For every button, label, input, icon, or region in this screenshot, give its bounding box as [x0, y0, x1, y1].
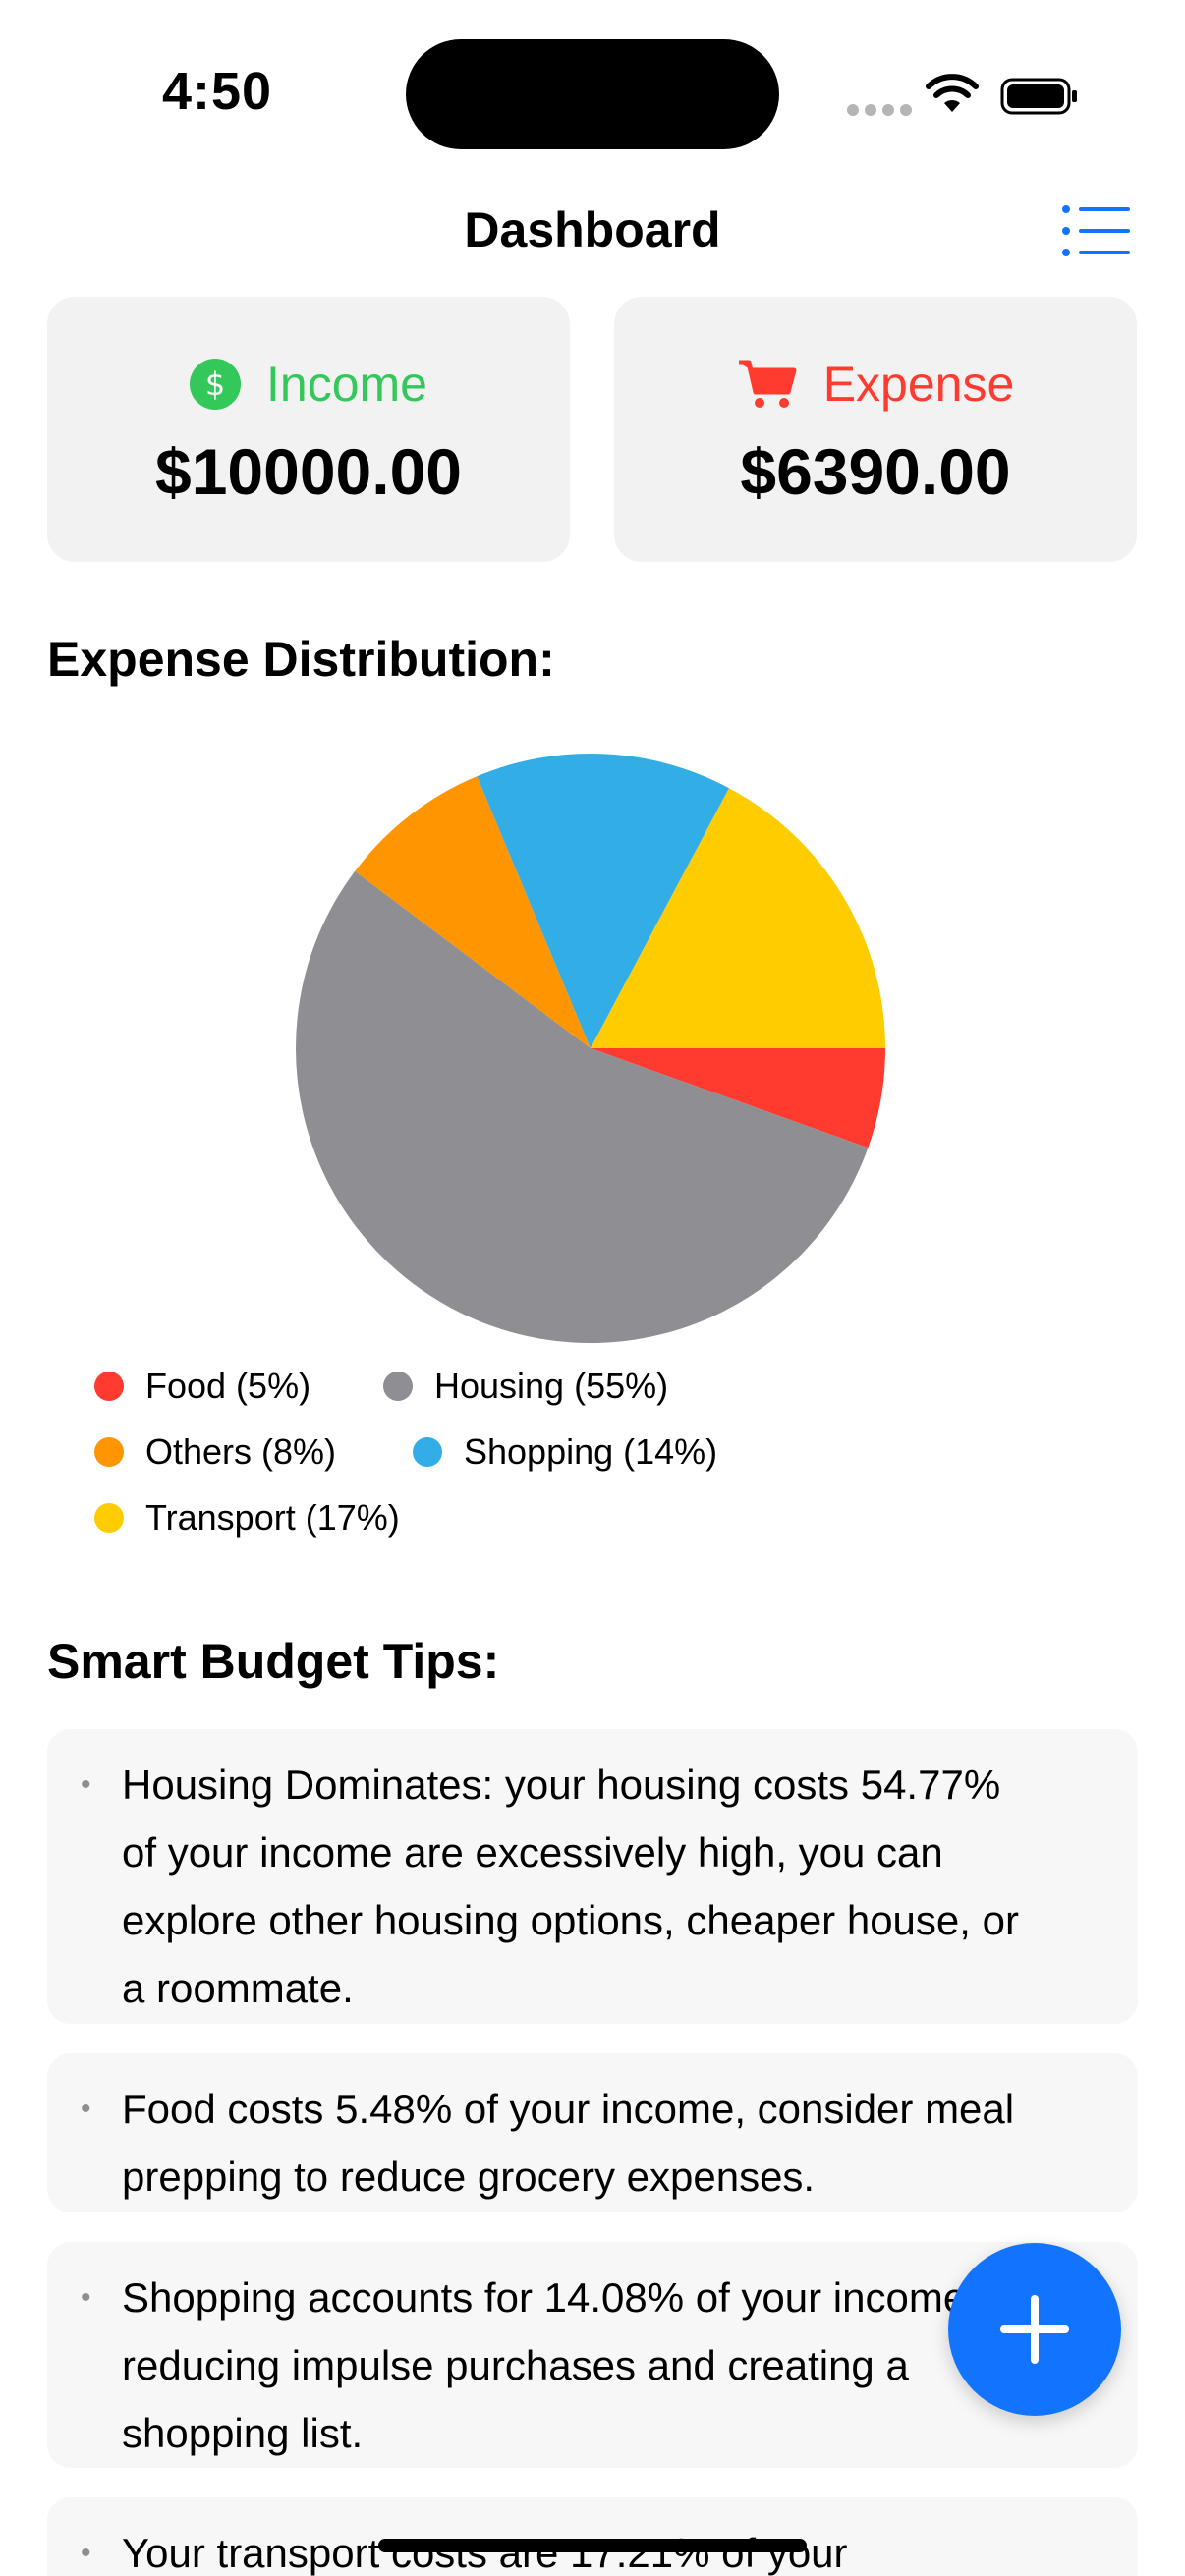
legend-label-food: Food (5%): [145, 1366, 311, 1406]
page-title: Dashboard: [464, 202, 721, 257]
legend-swatch-shopping: [413, 1437, 442, 1467]
list-icon[interactable]: [1061, 204, 1132, 257]
legend-item-food: Food (5%): [94, 1366, 310, 1407]
cellular-signal-icon: [847, 104, 912, 116]
cart-icon: [738, 360, 797, 408]
expense-amount: $6390.00: [740, 435, 1011, 508]
plus-icon: [1000, 2295, 1069, 2364]
status-time: 4:50: [162, 62, 273, 121]
bullet-icon: •: [81, 2537, 91, 2569]
legend-label-housing: Housing (55%): [434, 1366, 669, 1406]
bullet-icon: •: [81, 2093, 91, 2125]
home-indicator[interactable]: [378, 2539, 807, 2552]
tip-card: • Food costs 5.48% of your income, consi…: [47, 2053, 1138, 2212]
dollar-circle-icon: $: [190, 359, 242, 410]
legend-swatch-others: [94, 1437, 124, 1467]
legend-item-housing: Housing (55%): [383, 1366, 668, 1407]
income-header: $ Income: [47, 356, 570, 413]
legend-label-shopping: Shopping (14%): [464, 1431, 718, 1472]
legend-item-transport: Transport (17%): [94, 1497, 400, 1539]
tips-title: Smart Budget Tips:: [47, 1634, 500, 1689]
dynamic-island: [406, 39, 779, 149]
add-transaction-button[interactable]: [948, 2243, 1121, 2416]
tip-text: Food costs 5.48% of your income, conside…: [122, 2086, 1015, 2200]
income-card: $ Income $10000.00: [47, 297, 570, 562]
bullet-icon: •: [81, 2281, 91, 2314]
legend-item-shopping: Shopping (14%): [413, 1431, 717, 1473]
legend-label-transport: Transport (17%): [145, 1497, 400, 1538]
income-amount: $10000.00: [155, 435, 462, 508]
legend-swatch-food: [94, 1372, 124, 1401]
expense-header: Expense: [614, 356, 1137, 413]
wifi-icon: [926, 74, 979, 112]
tip-text: Shopping accounts for 14.08% of your inc…: [122, 2274, 1036, 2456]
status-bar: 4:50: [0, 0, 1185, 187]
distribution-title: Expense Distribution:: [47, 632, 555, 687]
expense-card: Expense $6390.00: [614, 297, 1137, 562]
battery-icon: [1000, 78, 1077, 115]
expense-label: Expense: [822, 357, 1015, 412]
tip-card: • Your transport costs are 17.21% of you…: [47, 2497, 1138, 2576]
bullet-icon: •: [81, 1768, 91, 1801]
tip-card: • Housing Dominates: your housing costs …: [47, 1729, 1138, 2024]
tip-text: Housing Dominates: your housing costs 54…: [122, 1762, 1019, 2011]
legend-item-others: Others (8%): [94, 1431, 336, 1473]
legend-swatch-transport: [94, 1503, 124, 1533]
tip-text: Your transport costs are 17.21% of your: [122, 2530, 848, 2576]
legend-swatch-housing: [383, 1372, 413, 1401]
legend-label-others: Others (8%): [145, 1431, 337, 1472]
income-label: Income: [266, 357, 427, 412]
